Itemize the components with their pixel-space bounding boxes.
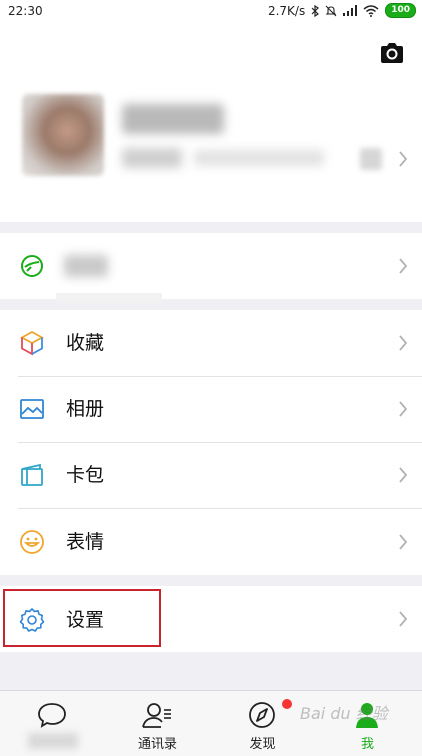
compass-icon xyxy=(249,702,275,728)
wechat-id-blurred xyxy=(122,148,182,168)
tab-label-me: 我 xyxy=(360,737,374,752)
bluetooth-icon xyxy=(311,4,320,17)
menu-item-wallet[interactable] xyxy=(0,233,422,303)
menu-label-favorites: 收藏 xyxy=(66,332,105,354)
menu-label-stickers: 表情 xyxy=(66,531,105,553)
wifi-icon xyxy=(363,4,379,17)
chevron-right-icon xyxy=(399,534,408,550)
signal-icon xyxy=(343,5,358,16)
album-picture-icon xyxy=(20,399,44,419)
chevron-right-icon xyxy=(399,467,408,483)
status-icons: 2.7K/s 100 xyxy=(268,3,416,18)
chat-bubble-icon xyxy=(38,703,66,728)
qr-code-icon[interactable] xyxy=(360,148,382,170)
favorites-cube-icon xyxy=(20,330,44,356)
menu-item-album[interactable]: 相册 xyxy=(0,376,422,442)
smiley-face-icon xyxy=(20,530,44,554)
status-bar: 22:30 2.7K/s 100 xyxy=(0,0,422,24)
tab-contacts[interactable]: 通讯录 xyxy=(105,691,210,756)
contacts-person-icon xyxy=(142,703,171,728)
tab-label-discover: 发现 xyxy=(249,737,276,752)
chevron-right-icon xyxy=(399,401,408,417)
menu-label-album: 相册 xyxy=(66,398,105,420)
menu-item-cards[interactable]: 卡包 xyxy=(0,442,422,508)
nickname-blurred xyxy=(122,104,224,134)
wechat-id-value-blurred xyxy=(194,150,324,166)
menu-label-cards: 卡包 xyxy=(66,464,105,486)
menu-item-favorites[interactable]: 收藏 xyxy=(0,310,422,376)
tab-chats[interactable] xyxy=(0,691,105,756)
menu-item-stickers[interactable]: 表情 xyxy=(0,509,422,575)
chevron-right-icon xyxy=(399,258,408,274)
tab-label-contacts: 通讯录 xyxy=(137,737,177,752)
wallet-icon xyxy=(21,255,43,277)
camera-icon[interactable] xyxy=(379,42,405,64)
chevron-right-icon xyxy=(399,151,408,167)
silent-icon xyxy=(325,5,337,16)
wallet-sub-blur xyxy=(56,293,162,303)
wallet-section xyxy=(0,233,422,303)
tab-label-blurred xyxy=(28,733,78,749)
wallet-label-blurred xyxy=(64,255,108,277)
notification-dot xyxy=(282,699,292,709)
status-time: 22:30 xyxy=(8,4,43,18)
battery-icon: 100 xyxy=(385,3,416,18)
card-wallet-icon xyxy=(21,463,43,486)
menu-section: 收藏 相册 卡包 表情 xyxy=(0,310,422,575)
settings-highlight-box xyxy=(3,589,161,647)
profile-header[interactable] xyxy=(0,24,422,222)
watermark: Bai du 经验 xyxy=(300,704,388,723)
net-speed: 2.7K/s xyxy=(267,3,306,18)
chevron-right-icon xyxy=(399,335,408,351)
chevron-right-icon xyxy=(399,611,408,627)
avatar[interactable] xyxy=(22,94,104,176)
